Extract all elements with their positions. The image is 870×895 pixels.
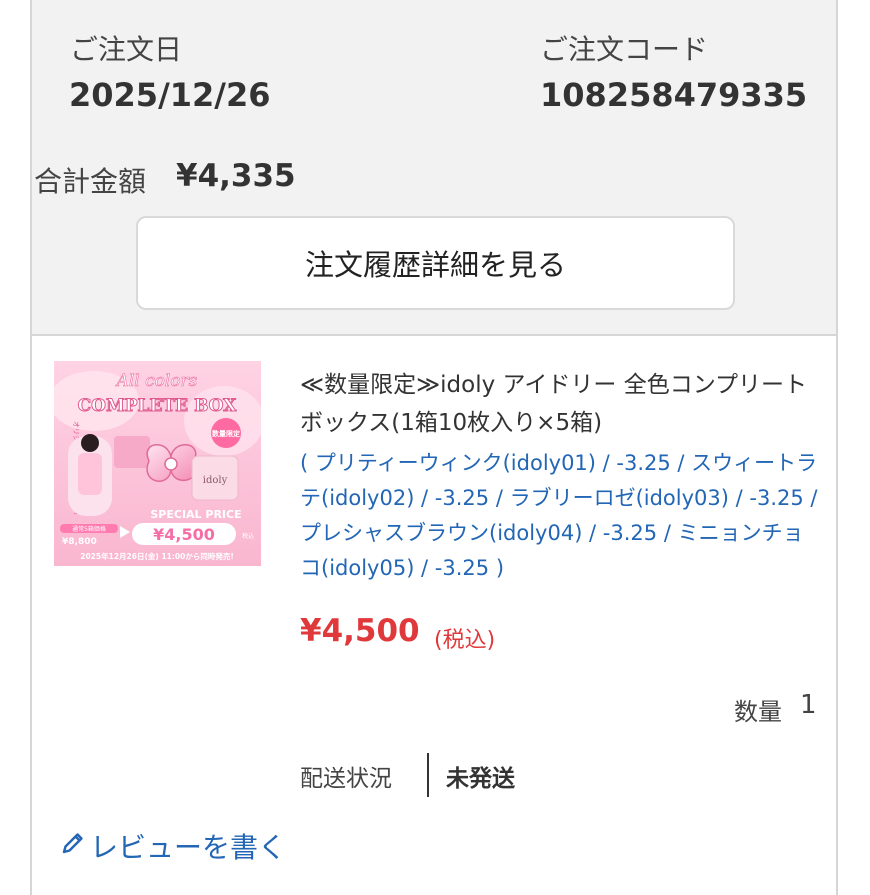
product-variants: ( プリティーウィンク(idoly01) / -3.25 / スウィートラテ(i… bbox=[300, 451, 818, 580]
product-image[interactable]: All colors COMPLETE BOX 数量限定 オリジナルキーホルダー… bbox=[54, 361, 261, 566]
image-script-title: All colors bbox=[115, 371, 198, 391]
image-regular-price: ¥8,800 bbox=[62, 537, 97, 547]
quantity-label: 数量 bbox=[734, 698, 782, 726]
order-date-value: 2025/12/26 bbox=[69, 76, 271, 114]
image-tax-note: 税込 bbox=[242, 532, 254, 540]
order-code-label: ご注文コード bbox=[540, 33, 709, 66]
image-special-price: ¥4,500 bbox=[153, 525, 215, 544]
product-price: ¥4,500 bbox=[300, 613, 420, 649]
order-code-value: 108258479335 bbox=[540, 76, 808, 114]
write-review-link[interactable]: レビューを書く bbox=[60, 826, 286, 866]
quantity-value: 1 bbox=[800, 690, 817, 720]
image-regular-label: 通常5箱価格 bbox=[72, 525, 106, 533]
order-date-label: ご注文日 bbox=[70, 33, 183, 66]
shipping-status-label: 配送状況 bbox=[300, 766, 392, 792]
total-value: ¥4,335 bbox=[176, 158, 296, 194]
image-banner: SPECIAL PRICE bbox=[150, 508, 241, 521]
total-label: 合計金額 bbox=[34, 165, 147, 198]
image-badge: 数量限定 bbox=[212, 429, 240, 438]
pencil-icon bbox=[60, 830, 90, 863]
image-brand: idoly bbox=[203, 475, 228, 486]
view-order-detail-button[interactable]: 注文履歴詳細を見る bbox=[136, 216, 735, 310]
shipping-divider bbox=[427, 753, 429, 797]
order-card: ご注文日 2025/12/26 ご注文コード 108258479335 合計金額… bbox=[30, 0, 838, 895]
product-image-artwork: All colors COMPLETE BOX 数量限定 オリジナルキーホルダー… bbox=[54, 361, 261, 566]
image-title: COMPLETE BOX bbox=[78, 396, 238, 416]
order-summary: ご注文日 2025/12/26 ご注文コード 108258479335 合計金額… bbox=[32, 0, 836, 336]
write-review-label: レビューを書く bbox=[90, 831, 287, 864]
image-release: 2025年12月26日(金) 11:00から同時発売! bbox=[80, 551, 234, 561]
tax-note: (税込) bbox=[434, 628, 496, 653]
shipping-status-value: 未発送 bbox=[446, 766, 515, 792]
product-name[interactable]: ≪数量限定≫idoly アイドリー 全色コンプリートボックス(1箱10枚入り×5… bbox=[300, 366, 820, 442]
